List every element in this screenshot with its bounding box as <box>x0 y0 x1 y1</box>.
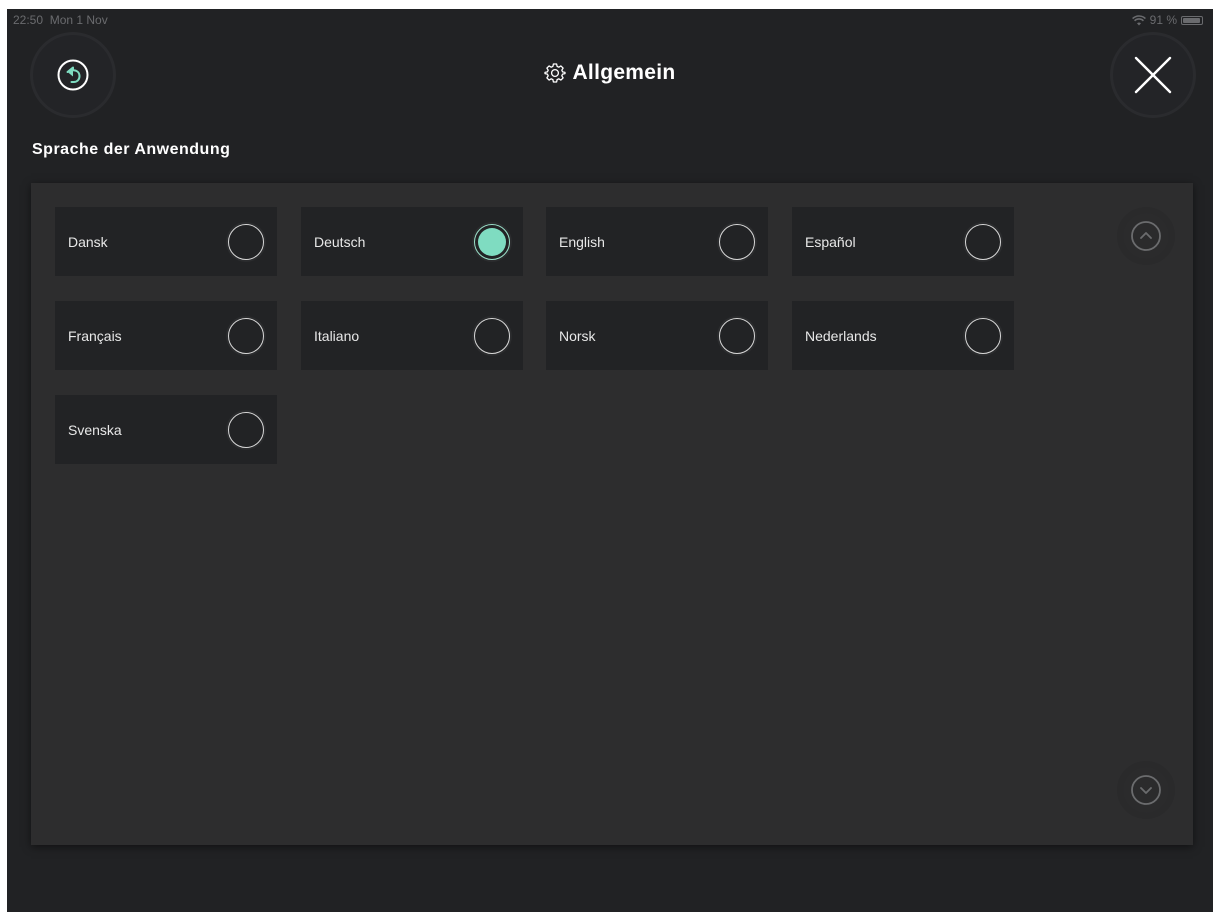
gear-icon <box>544 63 567 83</box>
language-label: Deutsch <box>314 233 366 250</box>
radio-button[interactable] <box>474 317 510 354</box>
chevron-down-icon <box>1131 775 1161 805</box>
close-button[interactable] <box>1113 35 1193 115</box>
language-label: Français <box>68 327 122 344</box>
radio-button[interactable] <box>719 317 755 354</box>
radio-button[interactable] <box>719 223 755 260</box>
language-label: Dansk <box>68 233 108 250</box>
radio-button[interactable] <box>228 317 264 354</box>
language-label: Español <box>805 233 856 250</box>
language-label: English <box>559 233 605 250</box>
language-option-francais[interactable]: Français <box>55 301 277 370</box>
battery-icon <box>1181 15 1203 25</box>
status-right: 91 % <box>1131 13 1203 27</box>
app-screen: 22:50 Mon 1 Nov 91 % Allgemein Sprache d… <box>7 9 1213 912</box>
language-option-deutsch[interactable]: Deutsch <box>301 207 523 276</box>
radio-button[interactable] <box>228 223 264 260</box>
language-label: Svenska <box>68 421 122 438</box>
chevron-up-icon <box>1131 221 1161 251</box>
language-option-norsk[interactable]: Norsk <box>546 301 768 370</box>
radio-button[interactable] <box>965 317 1001 354</box>
page-title-text: Allgemein <box>572 61 676 84</box>
clock-time: 22:50 <box>13 13 44 27</box>
language-option-english[interactable]: English <box>546 207 768 276</box>
radio-button[interactable] <box>965 223 1001 260</box>
page-title: Allgemein <box>7 61 1213 85</box>
status-bar: 22:50 Mon 1 Nov 91 % <box>7 9 1213 29</box>
language-option-dansk[interactable]: Dansk <box>55 207 277 276</box>
language-label: Nederlands <box>805 327 877 344</box>
close-icon <box>1134 56 1172 94</box>
wifi-icon <box>1131 14 1146 25</box>
language-label: Italiano <box>314 327 360 344</box>
radio-button[interactable] <box>228 411 264 448</box>
section-label: Sprache der Anwendung <box>32 141 231 158</box>
scroll-up-button[interactable] <box>1123 213 1169 259</box>
clock-date: Mon 1 Nov <box>49 13 108 27</box>
language-option-espanol[interactable]: Español <box>792 207 1014 276</box>
language-option-italiano[interactable]: Italiano <box>301 301 523 370</box>
language-panel: Dansk Deutsch English Español Français I… <box>31 183 1193 845</box>
status-time: 22:50 Mon 1 Nov <box>13 13 108 27</box>
radio-button-selected[interactable] <box>474 223 510 260</box>
language-label: Norsk <box>559 327 596 344</box>
language-option-svenska[interactable]: Svenska <box>55 395 277 464</box>
radio-dot <box>478 227 506 256</box>
battery-percent: 91 % <box>1149 13 1177 27</box>
scroll-down-button[interactable] <box>1123 767 1169 813</box>
language-option-nederlands[interactable]: Nederlands <box>792 301 1014 370</box>
